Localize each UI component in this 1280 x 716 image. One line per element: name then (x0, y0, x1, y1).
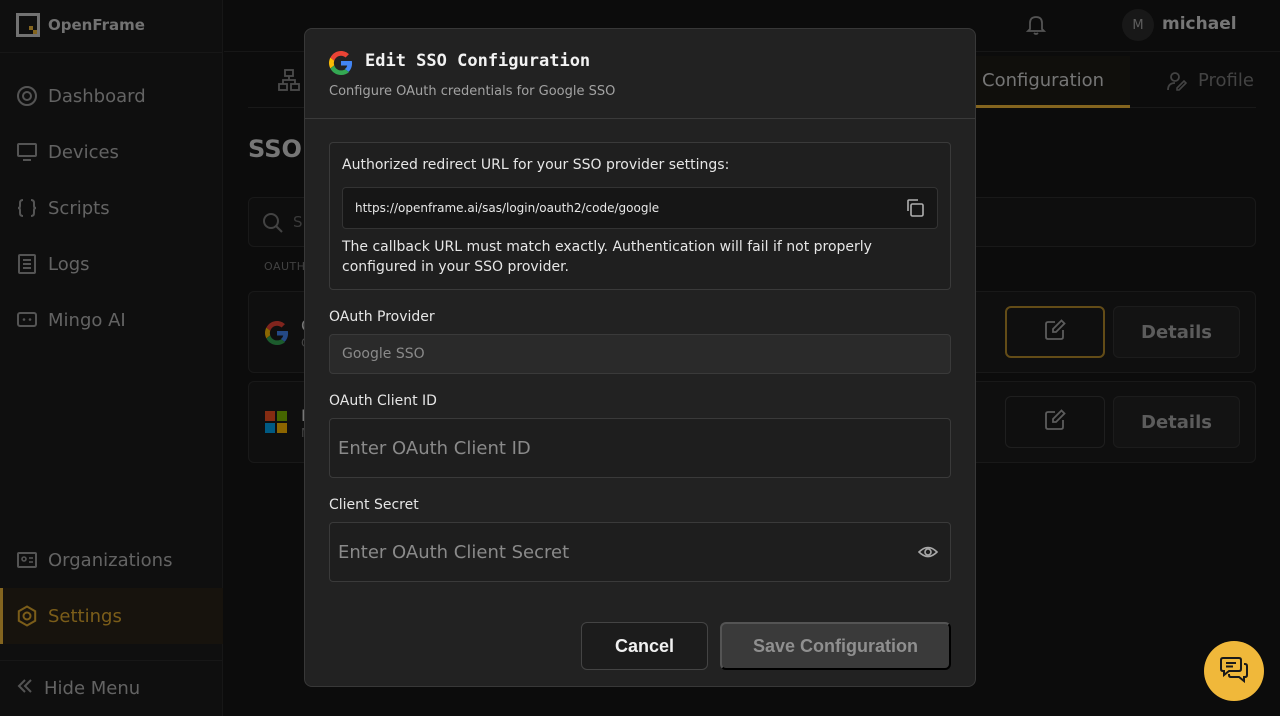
chat-bubbles-icon (1219, 654, 1249, 688)
redirect-url-value: https://openframe.ai/sas/login/oauth2/co… (355, 201, 660, 215)
edit-sso-modal: Edit SSO Configuration Configure OAuth c… (304, 28, 976, 687)
redirect-url-panel: Authorized redirect URL for your SSO pro… (329, 142, 951, 290)
eye-icon[interactable] (917, 543, 939, 565)
modal-header: Edit SSO Configuration Configure OAuth c… (305, 29, 975, 119)
modal-title: Edit SSO Configuration (365, 51, 591, 71)
app-root: OpenFrame Dashboard Devices Scripts Logs… (0, 0, 1280, 716)
redirect-url-note: The callback URL must match exactly. Aut… (342, 239, 872, 275)
google-logo-icon (329, 51, 353, 79)
oauth-provider-field: Google SSO (329, 334, 951, 374)
modal-subtitle: Configure OAuth credentials for Google S… (329, 84, 616, 99)
redirect-url-field[interactable]: https://openframe.ai/sas/login/oauth2/co… (342, 187, 938, 229)
client-secret-placeholder: Enter OAuth Client Secret (338, 542, 570, 563)
redirect-url-label: Authorized redirect URL for your SSO pro… (342, 157, 730, 173)
oauth-provider-label: OAuth Provider (329, 309, 435, 325)
client-secret-input[interactable]: Enter OAuth Client Secret (329, 522, 951, 582)
client-secret-label: Client Secret (329, 497, 419, 513)
chat-support-button[interactable] (1204, 641, 1264, 701)
save-configuration-button[interactable]: Save Configuration (720, 622, 951, 670)
copy-icon[interactable] (905, 198, 925, 222)
client-id-label: OAuth Client ID (329, 393, 437, 409)
oauth-provider-value: Google SSO (342, 346, 425, 362)
client-id-input[interactable]: Enter OAuth Client ID (329, 418, 951, 478)
client-id-placeholder: Enter OAuth Client ID (338, 438, 531, 459)
cancel-button[interactable]: Cancel (581, 622, 708, 670)
